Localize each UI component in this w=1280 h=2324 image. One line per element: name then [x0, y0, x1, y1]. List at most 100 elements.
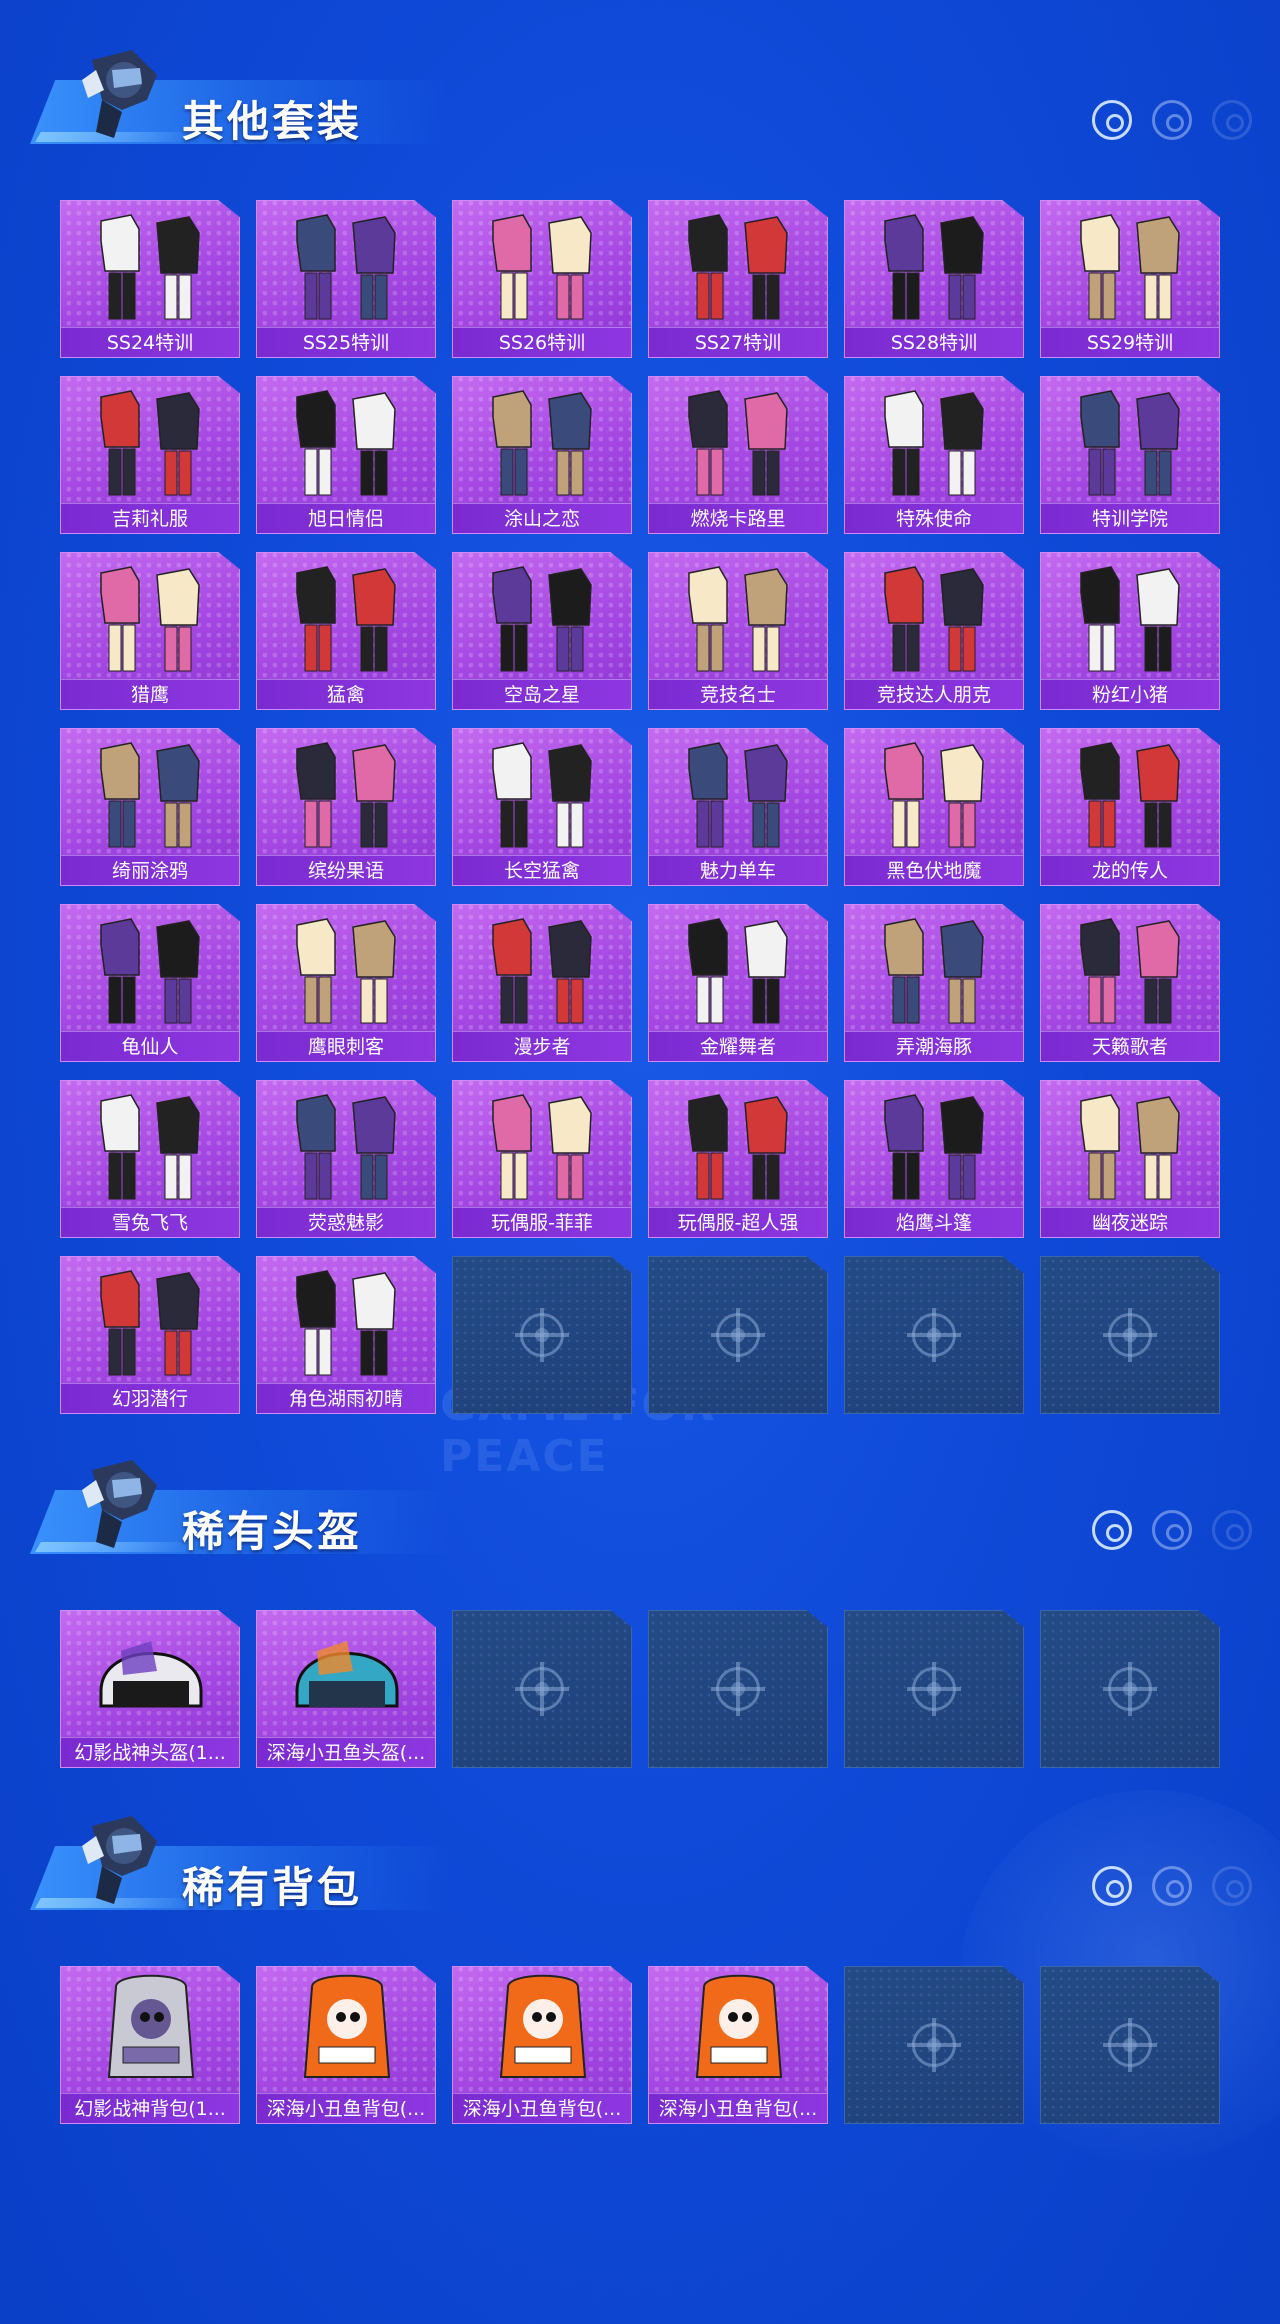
empty-slot-crosshair-icon [907, 1308, 961, 1362]
backpack-icon [107, 1974, 195, 2078]
item-tile[interactable]: SS26特训 [452, 200, 632, 358]
target-icon [1212, 1510, 1252, 1550]
item-label: 幻影战神背包(1... [61, 2093, 239, 2123]
item-label: 特训学院 [1041, 503, 1219, 533]
item-label: 竞技达人朋克 [845, 679, 1023, 709]
section-header: 其他套装 [0, 40, 1280, 150]
item-tile[interactable]: 玩偶服-超人强 [648, 1080, 828, 1238]
section-other-outfits: 其他套装 SS24特训 SS25特训 SS26特训 SS27特训 SS28特训 SS29特… [0, 40, 1280, 1414]
item-label: 黑色伏地魔 [845, 855, 1023, 885]
empty-slot-crosshair-icon [515, 1662, 569, 1716]
item-tile[interactable]: 鹰眼刺客 [256, 904, 436, 1062]
target-icon [1152, 1866, 1192, 1906]
item-label: 燃烧卡路里 [649, 503, 827, 533]
item-tile[interactable]: 涂山之恋 [452, 376, 632, 534]
item-label: 空岛之星 [453, 679, 631, 709]
item-tile[interactable]: 深海小丑鱼背包(... [256, 1966, 436, 2124]
item-tile[interactable]: 幻影战神头盔(1... [60, 1610, 240, 1768]
item-tile[interactable]: 深海小丑鱼背包(... [648, 1966, 828, 2124]
item-tile[interactable]: 魅力单车 [648, 728, 828, 886]
item-label: 玩偶服-菲菲 [453, 1207, 631, 1237]
item-label: 猛禽 [257, 679, 435, 709]
item-label: 长空猛禽 [453, 855, 631, 885]
outfit-icon [100, 214, 200, 320]
item-tile[interactable]: 天籁歌者 [1040, 904, 1220, 1062]
outfit-icon [884, 566, 984, 672]
item-tile[interactable]: 竞技名士 [648, 552, 828, 710]
item-tile[interactable]: 弄潮海豚 [844, 904, 1024, 1062]
item-tile[interactable]: 长空猛禽 [452, 728, 632, 886]
section-title: 其他套装 [182, 97, 363, 146]
outfit-icon [884, 742, 984, 848]
target-icon [1092, 1510, 1132, 1550]
item-tile[interactable]: 猛禽 [256, 552, 436, 710]
outfit-icon [884, 1094, 984, 1200]
item-tile[interactable]: 深海小丑鱼头盔(... [256, 1610, 436, 1768]
item-tile[interactable]: 绮丽涂鸦 [60, 728, 240, 886]
item-tile[interactable]: 龟仙人 [60, 904, 240, 1062]
item-tile[interactable]: 燃烧卡路里 [648, 376, 828, 534]
item-label: 荧惑魅影 [257, 1207, 435, 1237]
item-tile[interactable]: 荧惑魅影 [256, 1080, 436, 1238]
item-tile[interactable]: SS29特训 [1040, 200, 1220, 358]
target-icon [1212, 100, 1252, 140]
item-tile[interactable]: 旭日情侣 [256, 376, 436, 534]
item-tile[interactable]: 幻羽潜行 [60, 1256, 240, 1414]
item-tile[interactable]: 深海小丑鱼背包(... [452, 1966, 632, 2124]
item-label: 玩偶服-超人强 [649, 1207, 827, 1237]
item-tile[interactable]: SS27特训 [648, 200, 828, 358]
item-tile[interactable]: 角色湖雨初晴 [256, 1256, 436, 1414]
item-label: 粉红小猪 [1041, 679, 1219, 709]
item-tile[interactable]: 金耀舞者 [648, 904, 828, 1062]
item-tile[interactable]: 猎鹰 [60, 552, 240, 710]
item-tile[interactable]: 玩偶服-菲菲 [452, 1080, 632, 1238]
outfit-icon [1080, 390, 1180, 496]
outfit-icon [884, 214, 984, 320]
item-label: 深海小丑鱼背包(... [453, 2093, 631, 2123]
item-tile[interactable]: 焰鹰斗篷 [844, 1080, 1024, 1238]
backpack-icon [303, 1974, 391, 2078]
item-tile[interactable]: 吉莉礼服 [60, 376, 240, 534]
item-tile[interactable]: 粉红小猪 [1040, 552, 1220, 710]
item-label: 弄潮海豚 [845, 1031, 1023, 1061]
item-tile[interactable]: 特殊使命 [844, 376, 1024, 534]
target-icon [1152, 100, 1192, 140]
item-label: 鹰眼刺客 [257, 1031, 435, 1061]
item-tile[interactable]: SS24特训 [60, 200, 240, 358]
item-tile[interactable]: SS28特训 [844, 200, 1024, 358]
item-tile[interactable]: 黑色伏地魔 [844, 728, 1024, 886]
outfit-icon [100, 566, 200, 672]
item-tile[interactable]: 竞技达人朋克 [844, 552, 1024, 710]
section-decoration [1092, 1866, 1252, 1906]
item-label: 吉莉礼服 [61, 503, 239, 533]
empty-slot-crosshair-icon [907, 2018, 961, 2072]
outfit-icon [296, 566, 396, 672]
item-tile[interactable]: 幽夜迷踪 [1040, 1080, 1220, 1238]
outfit-icon [884, 918, 984, 1024]
item-tile[interactable]: 幻影战神背包(1... [60, 1966, 240, 2124]
empty-slot [1040, 1610, 1220, 1768]
helmet-icon [99, 1641, 203, 1708]
empty-slot [648, 1256, 828, 1414]
empty-slot [452, 1610, 632, 1768]
empty-slot [1040, 1966, 1220, 2124]
item-label: 雪兔飞飞 [61, 1207, 239, 1237]
item-tile[interactable]: 特训学院 [1040, 376, 1220, 534]
item-tile[interactable]: 漫步者 [452, 904, 632, 1062]
outfit-icon [100, 390, 200, 496]
item-label: 金耀舞者 [649, 1031, 827, 1061]
section-title: 稀有背包 [182, 1863, 363, 1912]
item-tile[interactable]: 雪兔飞飞 [60, 1080, 240, 1238]
empty-slot [1040, 1256, 1220, 1414]
item-tile[interactable]: SS25特训 [256, 200, 436, 358]
outfit-icon [884, 390, 984, 496]
item-tile[interactable]: 龙的传人 [1040, 728, 1220, 886]
item-label: SS28特训 [845, 327, 1023, 357]
item-tile[interactable]: 缤纷果语 [256, 728, 436, 886]
empty-slot-crosshair-icon [907, 1662, 961, 1716]
item-label: SS27特训 [649, 327, 827, 357]
item-label: 幻羽潜行 [61, 1383, 239, 1413]
item-tile[interactable]: 空岛之星 [452, 552, 632, 710]
item-label: 深海小丑鱼头盔(... [257, 1737, 435, 1767]
section-title: 稀有头盔 [182, 1507, 363, 1556]
